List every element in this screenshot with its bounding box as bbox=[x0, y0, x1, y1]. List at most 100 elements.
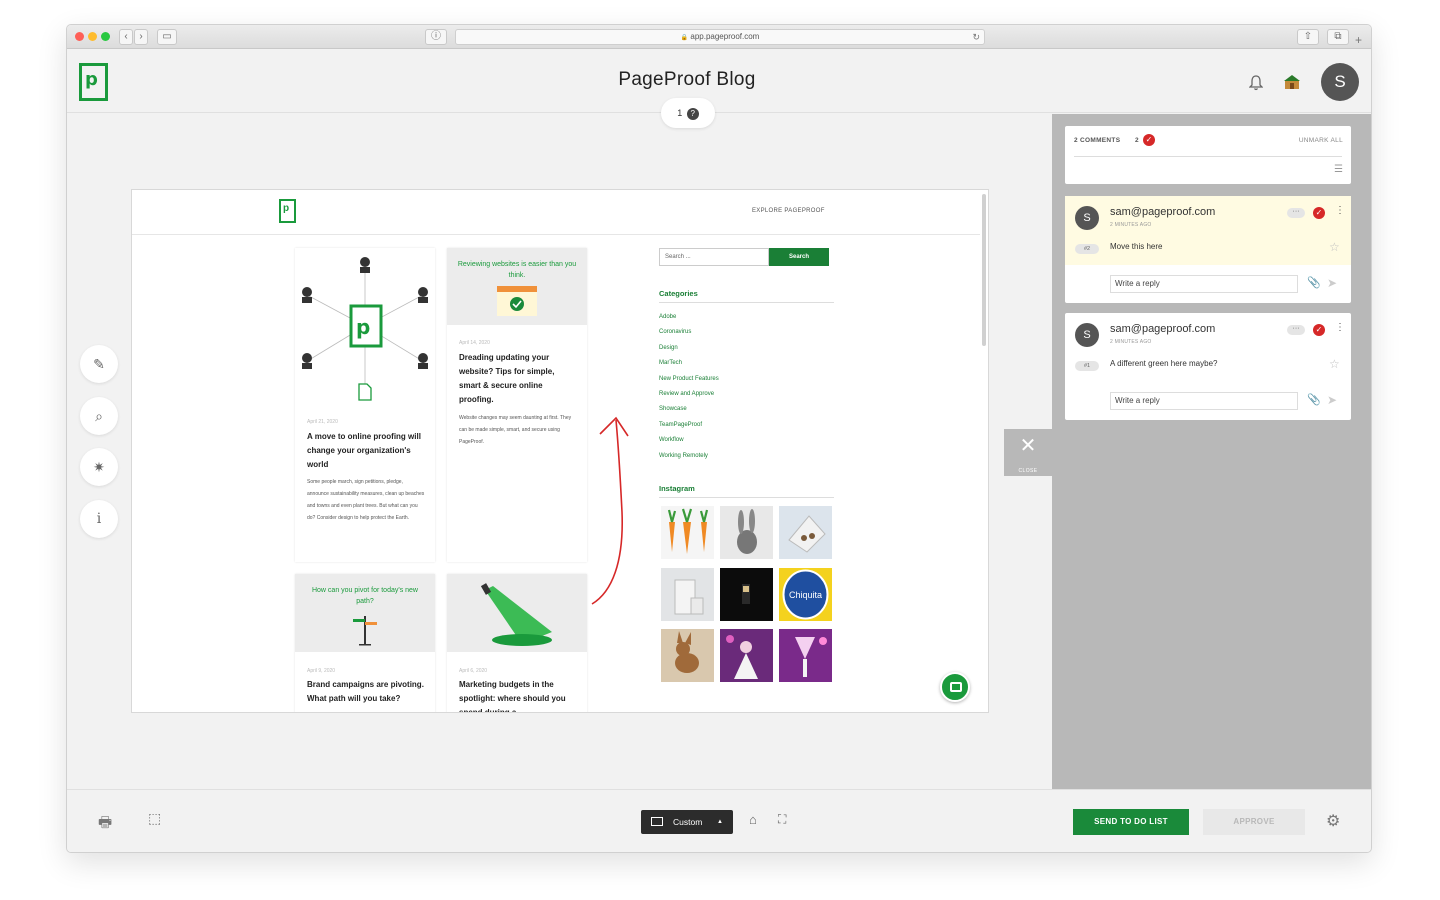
category-link[interactable]: New Product Features bbox=[659, 372, 719, 387]
post-title[interactable]: Dreading updating your website? Tips for… bbox=[459, 351, 577, 407]
instagram-photo[interactable] bbox=[661, 568, 714, 621]
bell-icon[interactable] bbox=[1248, 75, 1264, 96]
blog-search-input[interactable]: Search ... bbox=[659, 248, 769, 266]
category-link[interactable]: MarTech bbox=[659, 356, 719, 371]
back-button[interactable]: ‹ bbox=[119, 29, 133, 45]
close-window-button[interactable] bbox=[75, 32, 84, 41]
explore-link[interactable]: EXPLORE PAGEPROOF bbox=[752, 208, 825, 214]
category-link[interactable]: Coronavirus bbox=[659, 325, 719, 340]
instagram-photo[interactable] bbox=[661, 506, 714, 559]
category-link[interactable]: Review and Approve bbox=[659, 387, 719, 402]
info-icon: i bbox=[96, 511, 102, 527]
comment-card[interactable]: S sam@pageproof.com 2 MINUTES AGO ··· ✓ … bbox=[1065, 313, 1351, 420]
comment-body[interactable]: S sam@pageproof.com 2 MINUTES AGO ··· ✓ … bbox=[1065, 196, 1351, 265]
pen-icon: ✎ bbox=[93, 356, 105, 372]
forward-button[interactable]: › bbox=[134, 29, 148, 45]
reload-icon[interactable]: ↻ bbox=[972, 30, 980, 44]
instagram-photo[interactable] bbox=[661, 629, 714, 682]
blog-search-button[interactable]: Search bbox=[769, 248, 829, 266]
star-icon[interactable]: ☆ bbox=[1329, 240, 1340, 254]
blog-card[interactable]: Reviewing websites is easier than you th… bbox=[447, 248, 587, 562]
reply-input[interactable]: Write a reply bbox=[1110, 275, 1298, 293]
info-tool-button[interactable]: i bbox=[80, 500, 118, 538]
done-check-icon[interactable]: ✓ bbox=[1143, 134, 1155, 146]
user-avatar[interactable]: S bbox=[1321, 63, 1359, 101]
category-link[interactable]: Adobe bbox=[659, 310, 719, 325]
category-link[interactable]: Working Remotely bbox=[659, 449, 719, 464]
signpost-illustration: How can you pivot for today's new path? bbox=[295, 574, 435, 652]
share-icon[interactable]: ⇧ bbox=[1297, 29, 1319, 45]
more-options-icon[interactable]: ··· bbox=[1287, 325, 1305, 335]
gear-icon[interactable]: ⚙ bbox=[1326, 811, 1340, 831]
category-link[interactable]: Showcase bbox=[659, 402, 719, 417]
send-to-do-list-button[interactable]: SEND TO DO LIST bbox=[1073, 809, 1189, 835]
instagram-photo[interactable]: Chiquita bbox=[779, 568, 832, 621]
kangaroo-icon bbox=[675, 631, 699, 673]
proof-viewer[interactable]: p EXPLORE PAGEPROOF p April 21, 2020 A m… bbox=[131, 189, 989, 713]
blog-card[interactable]: p April 21, 2020 A move to online proofi… bbox=[295, 248, 435, 562]
help-icon[interactable]: ? bbox=[686, 107, 699, 120]
mark-done-icon[interactable]: ✓ bbox=[1313, 324, 1325, 336]
more-options-icon[interactable]: ··· bbox=[1287, 208, 1305, 218]
instagram-photo[interactable] bbox=[779, 506, 832, 559]
version-selector[interactable]: 1 ? bbox=[661, 98, 715, 128]
instagram-photo[interactable] bbox=[720, 629, 773, 682]
unmark-all-button[interactable]: UNMARK ALL bbox=[1299, 137, 1343, 144]
kebab-menu-icon[interactable]: ⋮ bbox=[1335, 322, 1345, 333]
blog-card[interactable]: April 6, 2020 Marketing budgets in the s… bbox=[447, 574, 587, 712]
zoom-tool-button[interactable]: ⌕ bbox=[80, 397, 118, 435]
post-title[interactable]: A move to online proofing will change yo… bbox=[307, 430, 425, 472]
send-icon[interactable]: ➤ bbox=[1327, 393, 1337, 407]
print-icon[interactable]: 🖶 bbox=[98, 812, 112, 837]
category-link[interactable]: Workflow bbox=[659, 433, 719, 448]
comment-body[interactable]: S sam@pageproof.com 2 MINUTES AGO ··· ✓ … bbox=[1065, 313, 1351, 382]
approve-button[interactable]: APPROVE bbox=[1203, 809, 1305, 835]
proof-scrollbar[interactable] bbox=[982, 194, 986, 346]
post-title[interactable]: Brand campaigns are pivoting. What path … bbox=[307, 678, 425, 706]
browser-toolbar: ‹ › ▭ ⓘ 🔒 app.pageproof.com ↻ ⇧ ⧉ + bbox=[67, 25, 1371, 49]
comment-avatar: S bbox=[1075, 323, 1099, 347]
device-size-dropdown[interactable]: Custom ▲ bbox=[641, 810, 733, 834]
category-link[interactable]: Design bbox=[659, 341, 719, 356]
zoom-icon: ⌕ bbox=[95, 408, 103, 424]
reply-input[interactable]: Write a reply bbox=[1110, 392, 1298, 410]
tabs-overview-icon[interactable]: ⧉ bbox=[1327, 29, 1349, 45]
add-comment-icon[interactable]: ⬚ bbox=[148, 810, 161, 827]
site-logo[interactable]: p bbox=[279, 199, 296, 223]
pin-number[interactable]: #2 bbox=[1075, 244, 1099, 254]
mark-done-icon[interactable]: ✓ bbox=[1313, 207, 1325, 219]
minimize-window-button[interactable] bbox=[88, 32, 97, 41]
fullscreen-icon[interactable]: ⛶ bbox=[778, 812, 786, 827]
app-header: p PageProof Blog S bbox=[67, 49, 1371, 113]
attachment-icon[interactable]: 📎 bbox=[1307, 393, 1321, 406]
close-panel-button[interactable]: ✕ CLOSE bbox=[1004, 429, 1052, 476]
instagram-photo[interactable] bbox=[720, 568, 773, 621]
comment-card[interactable]: S sam@pageproof.com 2 MINUTES AGO ··· ✓ … bbox=[1065, 196, 1351, 303]
magic-tool-button[interactable]: ✷ bbox=[80, 448, 118, 486]
instagram-photo[interactable] bbox=[720, 506, 773, 559]
chiquita-text: Chiquita bbox=[789, 590, 822, 600]
team-avatar-icon[interactable] bbox=[1283, 73, 1303, 93]
instagram-photo[interactable] bbox=[779, 629, 832, 682]
done-count: 2 bbox=[1135, 137, 1139, 144]
sidebar-toggle-icon[interactable]: ▭ bbox=[157, 29, 177, 45]
zoom-window-button[interactable] bbox=[101, 32, 110, 41]
privacy-report-icon[interactable]: ⓘ bbox=[425, 29, 447, 45]
home-icon[interactable]: ⌂ bbox=[749, 812, 757, 827]
filter-icon[interactable]: ☰ bbox=[1334, 164, 1343, 175]
pin-number[interactable]: #1 bbox=[1075, 361, 1099, 371]
chat-widget-icon[interactable] bbox=[940, 672, 970, 702]
attachment-icon[interactable]: 📎 bbox=[1307, 276, 1321, 289]
post-title[interactable]: Marketing budgets in the spotlight: wher… bbox=[459, 678, 577, 712]
send-icon[interactable]: ➤ bbox=[1327, 276, 1337, 290]
star-icon[interactable]: ☆ bbox=[1329, 357, 1340, 371]
address-bar[interactable]: 🔒 app.pageproof.com ↻ bbox=[455, 29, 985, 45]
pen-tool-button[interactable]: ✎ bbox=[80, 345, 118, 383]
caret-up-icon: ▲ bbox=[717, 819, 723, 825]
blog-card[interactable]: How can you pivot for today's new path? … bbox=[295, 574, 435, 712]
annotation-arrow[interactable] bbox=[582, 412, 642, 612]
packaging-icon bbox=[788, 515, 826, 553]
kebab-menu-icon[interactable]: ⋮ bbox=[1335, 205, 1345, 216]
new-tab-icon[interactable]: + bbox=[1355, 33, 1362, 47]
category-link[interactable]: TeamPageProof bbox=[659, 418, 719, 433]
